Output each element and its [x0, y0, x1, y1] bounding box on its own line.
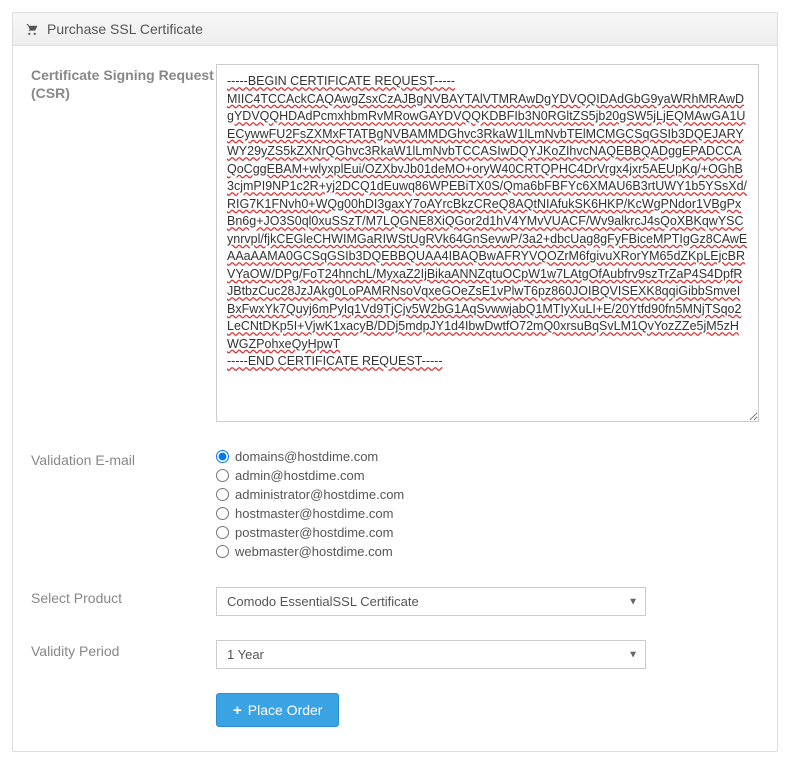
validation-radio[interactable] — [216, 469, 229, 482]
csr-field — [216, 64, 759, 425]
validation-radio[interactable] — [216, 488, 229, 501]
panel-body: Certificate Signing Request (CSR) Valida… — [13, 46, 777, 751]
panel-title: Purchase SSL Certificate — [47, 21, 203, 37]
validation-option[interactable]: hostmaster@hostdime.com — [216, 506, 759, 521]
csr-label: Certificate Signing Request (CSR) — [31, 64, 216, 425]
validity-label: Validity Period — [31, 640, 216, 669]
place-order-button[interactable]: + Place Order — [216, 693, 339, 727]
panel-header: Purchase SSL Certificate — [13, 13, 777, 46]
validation-option-label: hostmaster@hostdime.com — [235, 506, 393, 521]
row-csr: Certificate Signing Request (CSR) — [31, 64, 759, 425]
validation-option[interactable]: domains@hostdime.com — [216, 449, 759, 464]
row-validation-email: Validation E-mail domains@hostdime.com ad… — [31, 449, 759, 563]
purchase-ssl-panel: Purchase SSL Certificate Certificate Sig… — [12, 12, 778, 752]
place-order-label: Place Order — [248, 702, 323, 718]
row-validity: Validity Period 1 Year ▼ — [31, 640, 759, 669]
validity-select-wrap: 1 Year ▼ — [216, 640, 646, 669]
validation-options: domains@hostdime.com admin@hostdime.com ad… — [216, 449, 759, 563]
validity-select[interactable]: 1 Year — [216, 640, 646, 669]
validation-label: Validation E-mail — [31, 449, 216, 563]
actions-field: + Place Order — [216, 693, 759, 727]
validation-option[interactable]: administrator@hostdime.com — [216, 487, 759, 502]
validation-option[interactable]: webmaster@hostdime.com — [216, 544, 759, 559]
validation-radio[interactable] — [216, 526, 229, 539]
validation-option[interactable]: postmaster@hostdime.com — [216, 525, 759, 540]
validation-radio[interactable] — [216, 507, 229, 520]
plus-icon: + — [233, 703, 242, 718]
validation-option[interactable]: admin@hostdime.com — [216, 468, 759, 483]
validation-radio[interactable] — [216, 545, 229, 558]
validity-field: 1 Year ▼ — [216, 640, 759, 669]
product-field: Comodo EssentialSSL Certificate ▼ — [216, 587, 759, 616]
row-product: Select Product Comodo EssentialSSL Certi… — [31, 587, 759, 616]
validation-option-label: admin@hostdime.com — [235, 468, 365, 483]
product-label: Select Product — [31, 587, 216, 616]
row-actions: + Place Order — [31, 693, 759, 727]
validation-radio[interactable] — [216, 450, 229, 463]
cart-icon — [25, 23, 39, 36]
validation-option-label: webmaster@hostdime.com — [235, 544, 393, 559]
validation-option-label: domains@hostdime.com — [235, 449, 378, 464]
validation-option-label: administrator@hostdime.com — [235, 487, 404, 502]
csr-textarea[interactable] — [216, 64, 759, 422]
product-select-wrap: Comodo EssentialSSL Certificate ▼ — [216, 587, 646, 616]
validation-option-label: postmaster@hostdime.com — [235, 525, 393, 540]
product-select[interactable]: Comodo EssentialSSL Certificate — [216, 587, 646, 616]
